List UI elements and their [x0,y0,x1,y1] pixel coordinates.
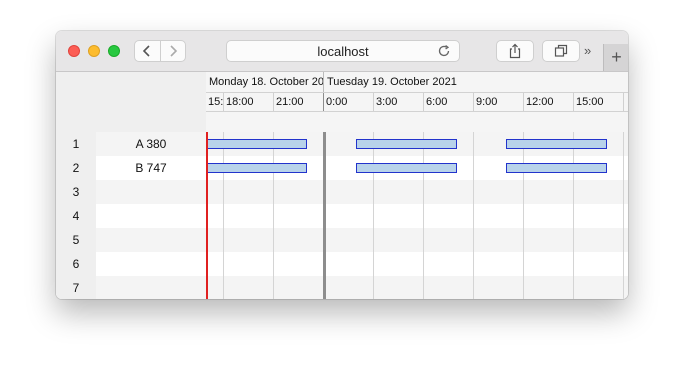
current-time-line [206,132,208,299]
grid-line [623,132,624,299]
show-tabs-button[interactable] [542,40,580,62]
row-resource-name: A 380 [135,137,167,151]
hour-label: 21:00 [273,93,323,111]
day-label: Monday 18. October 2021 [209,76,323,88]
row-resource-name [96,180,206,204]
task-bar[interactable] [506,163,607,173]
table-row[interactable]: 6 [56,252,628,276]
zoom-window-button[interactable] [108,45,120,57]
row-number: 6 [56,252,96,276]
day-header-row: Monday 18. October 2021 Tuesday 19. Octo… [206,72,628,92]
row-number: 5 [56,228,96,252]
forward-button[interactable] [159,41,186,61]
table-row[interactable]: 3 [56,180,628,204]
hour-label: 12:00 [523,93,573,111]
new-tab-button[interactable]: + [603,44,628,71]
share-icon [509,43,521,59]
close-window-button[interactable] [68,45,80,57]
chevron-right-icon [170,45,177,57]
hour-label: 6:00 [423,93,473,111]
grid-line [473,132,474,299]
table-row[interactable]: 5 [56,228,628,252]
row-resource-name [96,204,206,228]
grid-line [423,132,424,299]
row-resource-name [96,228,206,252]
more-toolbar-items-button[interactable]: » [584,43,591,58]
tabs-overview-icon [554,44,568,57]
task-bar[interactable] [206,163,307,173]
hour-label: 9:00 [473,93,523,111]
day-boundary-line [323,132,326,299]
browser-window: localhost » + Monday 18. October 2021 Tu… [56,31,628,299]
hour-label: 18:00 [223,93,273,111]
address-text: localhost [317,43,369,59]
share-button[interactable] [496,40,534,62]
row-number: 3 [56,180,96,204]
hour-label: 15: [208,96,223,108]
task-bar[interactable] [206,139,307,149]
chevron-left-icon [143,45,150,57]
titlebar: localhost » + [56,31,628,72]
header-corner [56,72,206,132]
row-number: 7 [56,276,96,299]
day-label: Tuesday 19. October 2021 [323,72,628,92]
hour-header-row: 15: 18:00 21:00 0:00 3:00 6:00 9:00 12:0… [206,92,628,112]
row-resource-name: B 747 [135,161,167,175]
nav-buttons [134,40,186,62]
task-bar[interactable] [356,139,457,149]
hour-label: 15:00 [573,93,623,111]
grid-line [573,132,574,299]
grid-line [523,132,524,299]
row-number: 2 [56,156,96,180]
reload-icon[interactable] [437,44,451,58]
row-resource-name [96,276,206,299]
gantt-view: Monday 18. October 2021 Tuesday 19. Octo… [56,72,628,299]
task-bar[interactable] [506,139,607,149]
hour-label: 3:00 [373,93,423,111]
hour-label [623,93,628,111]
row-resource-name [96,252,206,276]
table-row[interactable]: 7 [56,276,628,299]
grid-line [273,132,274,299]
row-number: 1 [56,132,96,156]
hour-label: 0:00 [323,93,373,111]
row-number: 4 [56,204,96,228]
timeline-header: Monday 18. October 2021 Tuesday 19. Octo… [206,72,628,132]
back-button[interactable] [135,41,160,61]
grid-line [373,132,374,299]
table-row[interactable]: 4 [56,204,628,228]
task-bar[interactable] [356,163,457,173]
minimize-window-button[interactable] [88,45,100,57]
grid-line [223,132,224,299]
address-bar[interactable]: localhost [226,40,460,62]
